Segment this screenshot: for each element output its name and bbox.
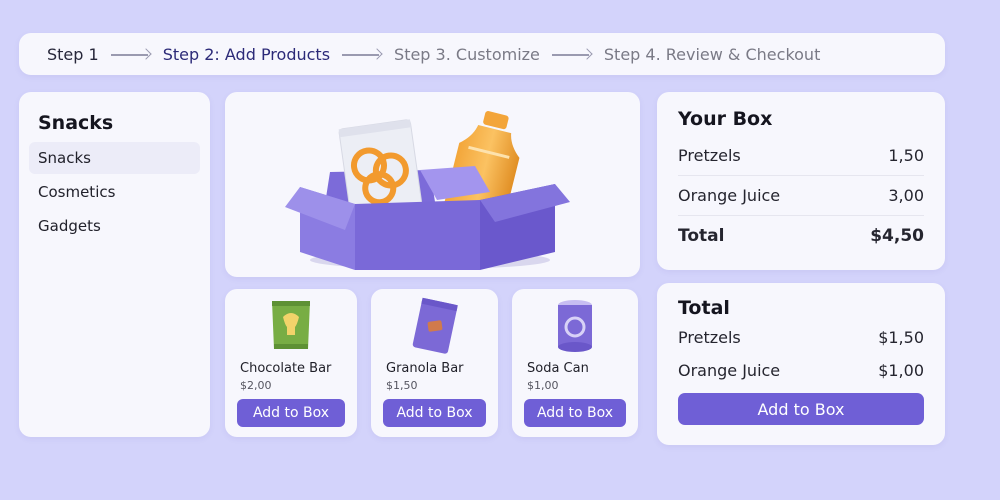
checkout-stepper: Step 1 Step 2: Add Products Step 3. Cust… bbox=[19, 33, 945, 75]
your-box-panel: Your Box Pretzels 1,50 Orange Juice 3,00… bbox=[657, 92, 945, 270]
sidebar-item-snacks[interactable]: Snacks bbox=[29, 142, 200, 174]
product-name: Soda Can bbox=[527, 361, 589, 376]
line-item-label: Pretzels bbox=[678, 146, 741, 165]
product-card: Granola Bar $1,50 Add to Box bbox=[371, 289, 498, 437]
sidebar-item-cosmetics[interactable]: Cosmetics bbox=[29, 176, 200, 208]
total-line-item: Pretzels $1,50 bbox=[678, 321, 924, 354]
total-panel: Total Pretzels $1,50 Orange Juice $1,00 … bbox=[657, 283, 945, 445]
line-item-value: $1,00 bbox=[878, 361, 924, 380]
add-to-box-button[interactable]: Add to Box bbox=[237, 399, 345, 427]
add-to-box-main-button[interactable]: Add to Box bbox=[678, 393, 924, 425]
step-1[interactable]: Step 1 bbox=[47, 45, 99, 64]
line-item-label: Pretzels bbox=[678, 328, 741, 347]
line-item-label: Orange Juice bbox=[678, 186, 781, 205]
add-to-box-button[interactable]: Add to Box bbox=[524, 399, 626, 427]
box-line-item: Pretzels 1,50 bbox=[678, 136, 924, 176]
product-price: $2,00 bbox=[240, 379, 272, 392]
total-label: Total bbox=[678, 226, 725, 246]
line-item-value: 1,50 bbox=[888, 146, 924, 165]
box-line-item: Orange Juice 3,00 bbox=[678, 176, 924, 216]
box-total-row: Total $4,50 bbox=[678, 216, 924, 256]
arrow-right-icon bbox=[551, 48, 592, 60]
granola-bar-icon bbox=[412, 297, 458, 354]
total-value: $4,50 bbox=[870, 226, 924, 246]
product-card: Soda Can $1,00 Add to Box bbox=[512, 289, 638, 437]
sidebar-title: Snacks bbox=[38, 112, 114, 134]
step-4-review-checkout[interactable]: Step 4. Review & Checkout bbox=[604, 45, 820, 64]
your-box-title: Your Box bbox=[678, 108, 773, 130]
product-name: Granola Bar bbox=[386, 361, 464, 376]
category-sidebar: Snacks Snacks Cosmetics Gadgets bbox=[19, 92, 210, 437]
sidebar-item-gadgets[interactable]: Gadgets bbox=[29, 210, 200, 242]
arrow-right-icon bbox=[342, 48, 382, 60]
hero-image bbox=[225, 92, 640, 277]
line-item-value: $1,50 bbox=[878, 328, 924, 347]
product-price: $1,00 bbox=[527, 379, 559, 392]
product-card: Chocolate Bar $2,00 Add to Box bbox=[225, 289, 357, 437]
gift-box-with-snacks-illustration bbox=[285, 111, 570, 270]
step-3-customize[interactable]: Step 3. Customize bbox=[394, 45, 540, 64]
product-price: $1,50 bbox=[386, 379, 418, 392]
arrow-right-icon bbox=[110, 48, 151, 60]
total-title: Total bbox=[678, 297, 730, 319]
line-item-label: Orange Juice bbox=[678, 361, 781, 380]
product-name: Chocolate Bar bbox=[240, 361, 332, 376]
step-2-add-products[interactable]: Step 2: Add Products bbox=[163, 45, 330, 64]
line-item-value: 3,00 bbox=[888, 186, 924, 205]
total-line-item: Orange Juice $1,00 bbox=[678, 354, 924, 387]
snack-bag-icon bbox=[272, 301, 310, 349]
add-to-box-button[interactable]: Add to Box bbox=[383, 399, 486, 427]
soda-can-icon bbox=[558, 300, 592, 352]
